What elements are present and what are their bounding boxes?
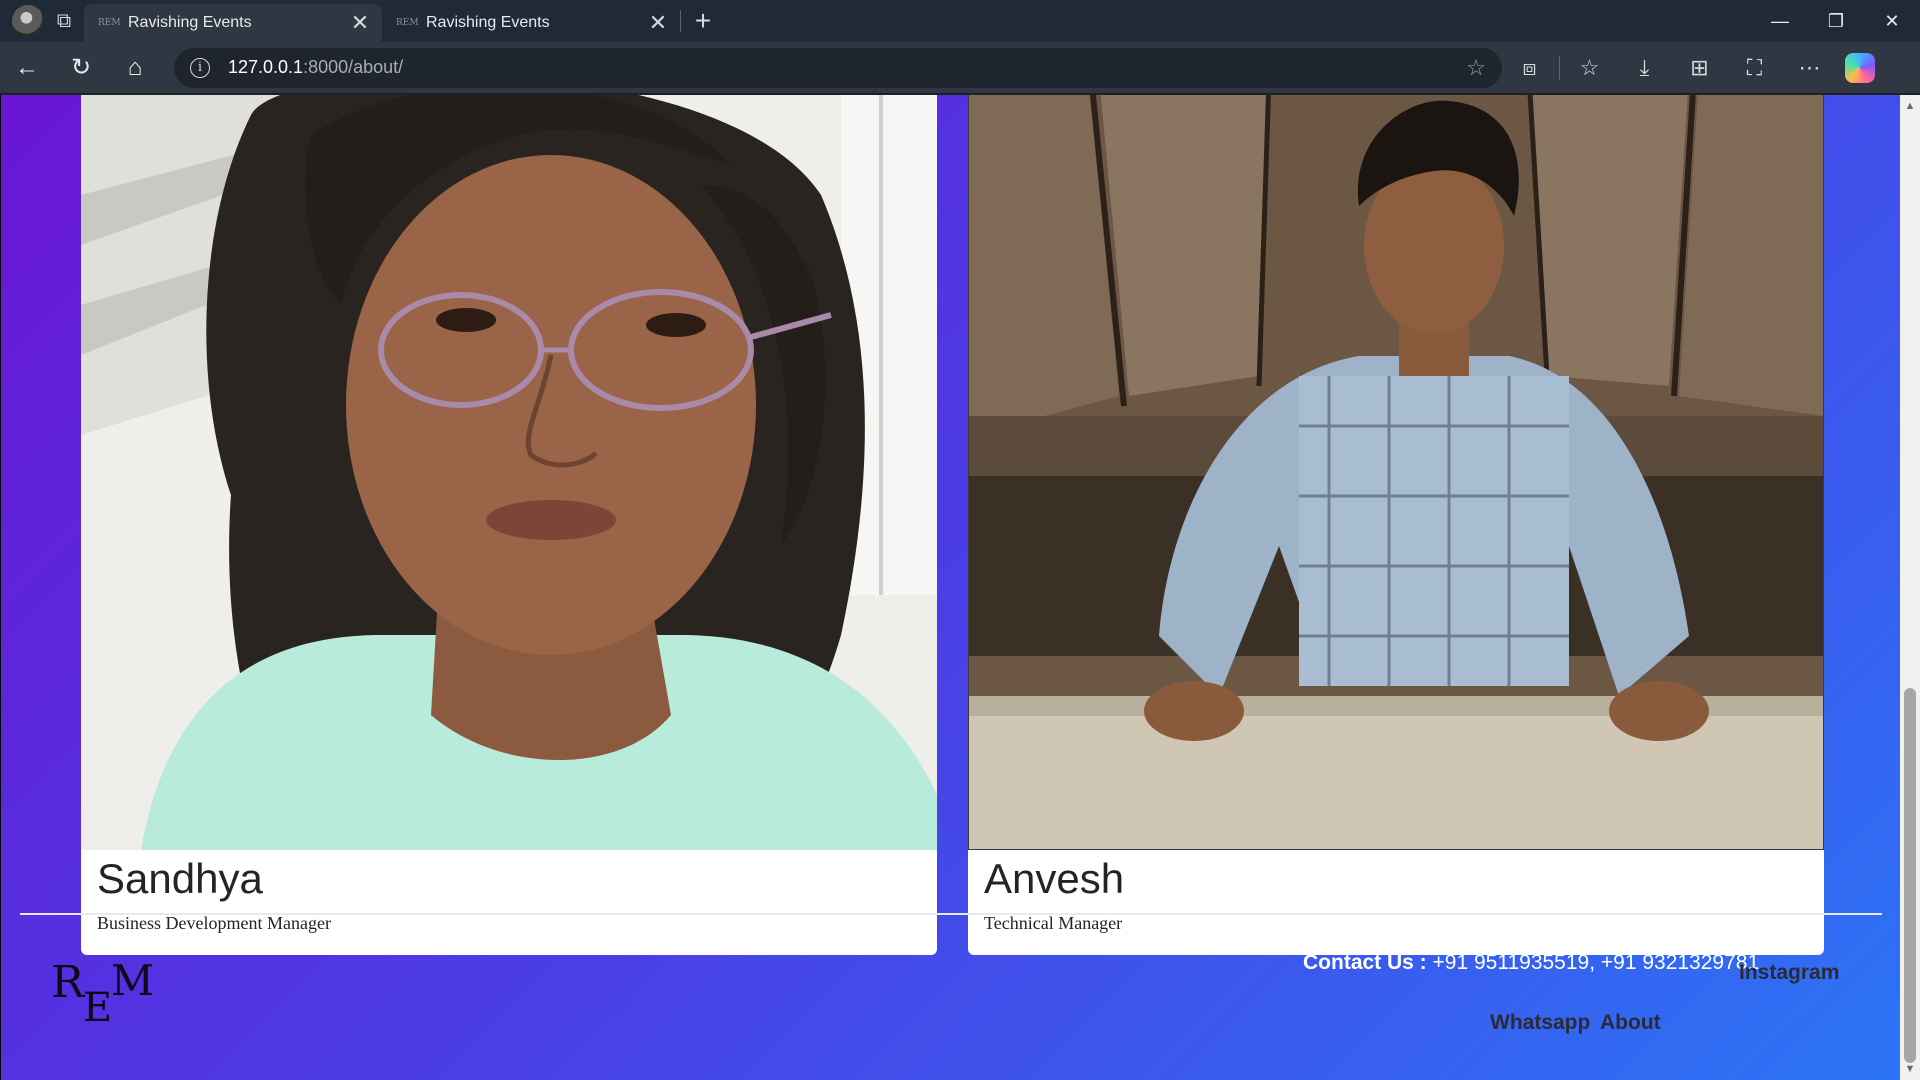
team-photo-anvesh — [968, 95, 1824, 850]
favicon-icon: REM — [98, 18, 121, 28]
home-button[interactable]: ⌂ — [108, 46, 162, 90]
workspaces-icon[interactable]: ⧉ — [44, 3, 84, 39]
toolbar-divider — [1559, 55, 1560, 80]
team-photo-sandhya — [81, 95, 937, 850]
whatsapp-link[interactable]: Whatsapp — [1490, 1011, 1590, 1035]
favorites-icon[interactable]: ☆ — [1562, 46, 1617, 90]
extensions-icon[interactable]: ⧈ — [1502, 46, 1557, 90]
tab-ravishing-events-1[interactable]: REM Ravishing Events ✕ — [84, 4, 382, 42]
scroll-down-arrow-icon[interactable]: ▼ — [1900, 1060, 1920, 1078]
team-member-name: Sandhya — [97, 855, 263, 902]
footer-divider — [20, 913, 1882, 915]
instagram-link[interactable]: Instagram — [1739, 961, 1839, 985]
tab-close-icon[interactable]: ✕ — [646, 10, 670, 36]
scroll-thumb[interactable] — [1904, 688, 1916, 1063]
team-card-sandhya: Sandhya Business Development Manager — [81, 95, 937, 955]
about-link[interactable]: About — [1600, 1011, 1661, 1035]
rem-logo: R E M — [51, 956, 154, 1025]
browser-tab-bar: ⧉ REM Ravishing Events ✕ REM Ravishing E… — [0, 0, 1920, 42]
team-member-name: Anvesh — [984, 855, 1125, 902]
tab-title: Ravishing Events — [426, 14, 550, 31]
team-member-role: Technical Manager — [984, 913, 1123, 933]
more-menu-icon[interactable]: ⋯ — [1782, 46, 1837, 90]
portrait-image — [969, 95, 1823, 849]
profile-avatar[interactable] — [12, 5, 44, 37]
downloads-icon[interactable]: ⤓ — [1617, 46, 1672, 90]
svg-text:E: E — [83, 985, 112, 1025]
browser-toolbar: ← ↻ ⌂ i 127.0.0.1 :8000/about/ ☆ ⧈ ☆ ⤓ ⊞… — [0, 42, 1920, 94]
site-info-icon[interactable]: i — [190, 57, 210, 78]
copilot-icon[interactable] — [1845, 52, 1875, 83]
scroll-up-arrow-icon[interactable]: ▲ — [1900, 97, 1920, 115]
svg-text:R: R — [51, 957, 86, 1008]
tab-close-icon[interactable]: ✕ — [348, 10, 372, 36]
svg-text:M: M — [111, 956, 154, 1005]
contact-us: Contact Us : +91 9511935519, +91 9321329… — [1303, 951, 1759, 975]
minimize-button[interactable]: — — [1752, 0, 1808, 42]
contact-label: Contact Us : — [1303, 951, 1427, 974]
portrait-image — [81, 95, 937, 850]
restore-button[interactable]: ❐ — [1808, 0, 1864, 42]
page-viewport: Sandhya Business Development Manager Anv… — [0, 95, 1900, 1080]
team-card-anvesh: Anvesh Technical Manager — [968, 95, 1824, 955]
team-member-role: Business Development Manager — [97, 913, 331, 933]
screenshot-icon[interactable]: ⛶ — [1727, 46, 1782, 90]
tab-ravishing-events-2[interactable]: REM Ravishing Events ✕ — [382, 4, 680, 42]
new-tab-button[interactable]: + — [681, 3, 725, 39]
close-window-button[interactable]: ✕ — [1864, 0, 1920, 42]
reload-button[interactable]: ↻ — [54, 46, 108, 90]
tab-title: Ravishing Events — [128, 14, 252, 31]
address-bar[interactable]: i 127.0.0.1 :8000/about/ ☆ — [174, 47, 1502, 88]
contact-numbers: +91 9511935519, +91 9321329781 — [1426, 951, 1760, 974]
url-path: :8000/about/ — [303, 57, 404, 77]
collections-icon[interactable]: ⊞ — [1672, 46, 1727, 90]
favicon-icon: REM — [396, 18, 419, 28]
window-controls: — ❐ ✕ — [1752, 0, 1920, 42]
back-button[interactable]: ← — [0, 46, 54, 90]
favorite-star-icon[interactable]: ☆ — [1466, 55, 1486, 81]
url-host: 127.0.0.1 — [228, 57, 304, 77]
page-scrollbar[interactable]: ▲ ▼ — [1900, 95, 1920, 1080]
